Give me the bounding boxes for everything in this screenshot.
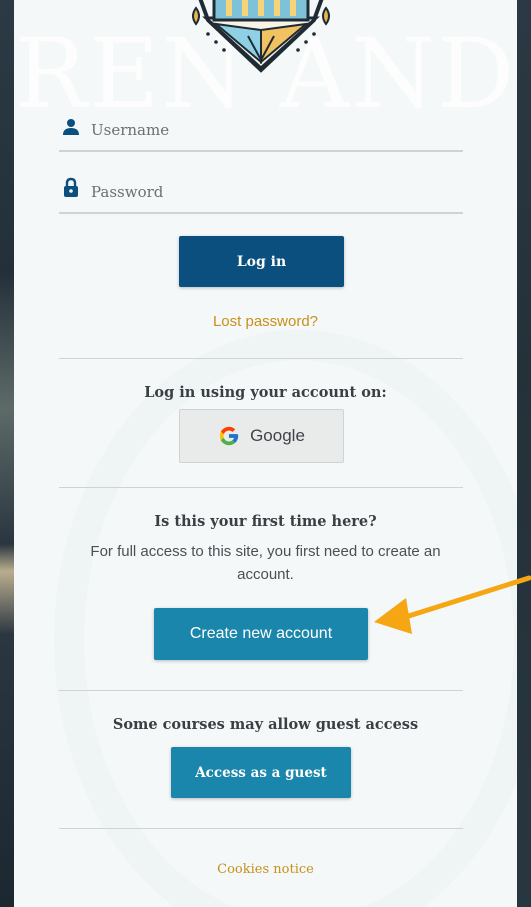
login-button[interactable]: Log in (179, 236, 344, 287)
google-g-icon (219, 426, 239, 446)
divider (59, 690, 463, 691)
signup-heading: Is this your first time here? (154, 513, 377, 530)
create-account-button[interactable]: Create new account (154, 608, 368, 660)
password-field[interactable] (59, 174, 463, 214)
login-panel: REN AND Lo (14, 0, 517, 907)
google-login-button[interactable]: Google (179, 409, 344, 463)
guest-heading: Some courses may allow guest access (112, 716, 419, 733)
site-logo (192, 0, 330, 73)
lost-password-link[interactable]: Lost password? (14, 313, 517, 330)
guest-access-button[interactable]: Access as a guest (171, 747, 351, 798)
google-label: Google (250, 426, 305, 445)
arrow-pointer-icon (374, 575, 531, 634)
divider (59, 358, 463, 359)
background-right-edge (517, 0, 531, 907)
user-icon (63, 119, 79, 135)
lock-icon (64, 177, 78, 197)
cookies-notice-link[interactable]: Cookies notice (14, 862, 517, 877)
divider (59, 487, 463, 488)
password-input[interactable] (89, 174, 453, 210)
sso-heading: Log in using your account on: (144, 384, 387, 401)
username-input[interactable] (89, 112, 453, 148)
background-left-edge (0, 0, 14, 907)
divider (59, 828, 463, 829)
username-field[interactable] (59, 112, 463, 152)
